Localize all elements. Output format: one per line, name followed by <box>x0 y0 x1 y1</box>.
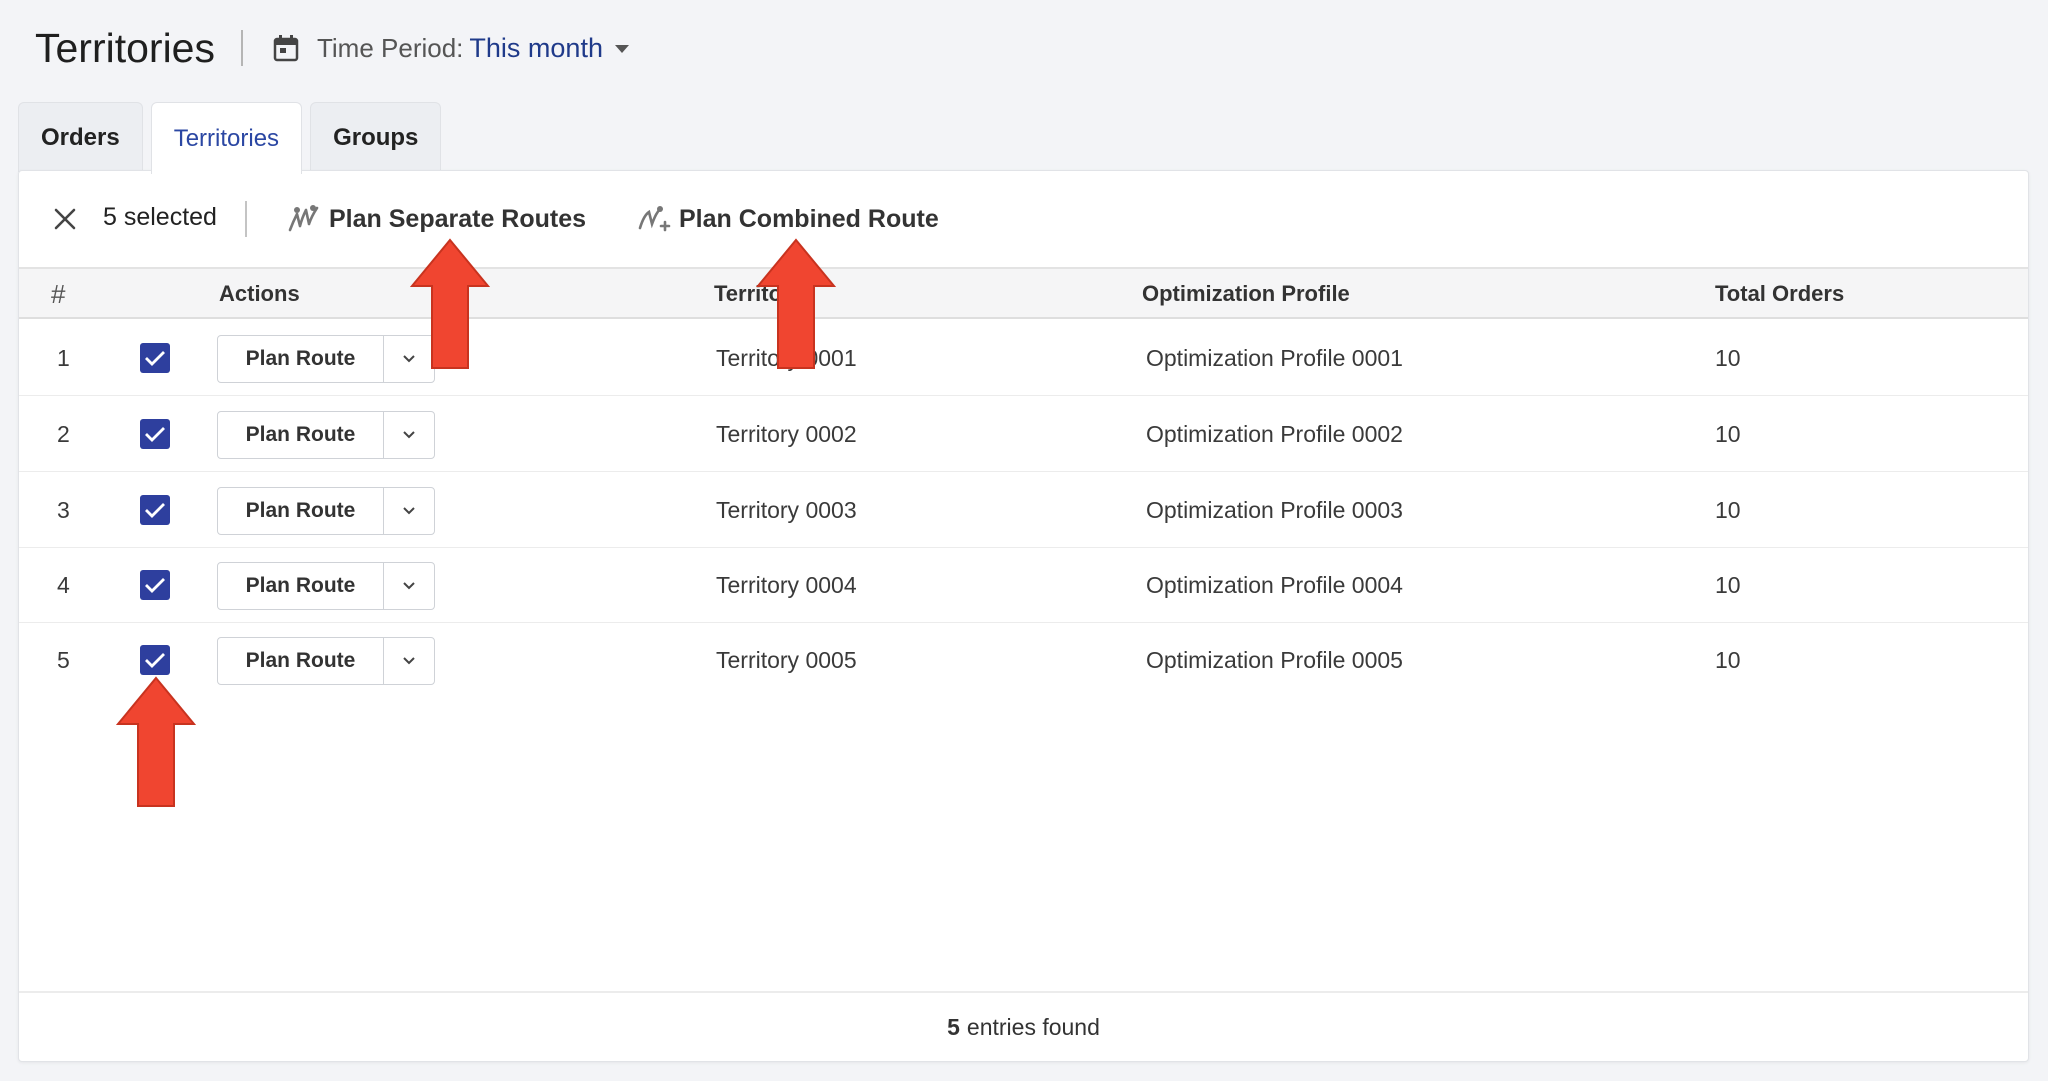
plan-route-split-button: Plan Route <box>217 637 435 685</box>
time-period-label: Time Period: <box>316 32 464 63</box>
total-orders: 10 <box>1715 421 1741 447</box>
entries-found-label: entries found <box>966 1013 1100 1040</box>
col-header-actions[interactable]: Actions <box>219 281 300 307</box>
total-orders: 10 <box>1715 345 1741 371</box>
territory-name[interactable]: Territory 0004 <box>716 572 857 599</box>
row-number: 5 <box>57 647 70 673</box>
title-divider <box>240 30 243 66</box>
col-header-number: # <box>51 279 66 309</box>
entries-count: 5 <box>947 1013 960 1040</box>
tab-groups[interactable]: Groups <box>310 102 442 172</box>
toolbar-divider <box>245 201 247 237</box>
close-icon[interactable] <box>53 207 77 231</box>
territories-panel: 5 selected Plan Separate Routes Plan Com… <box>18 170 2029 1062</box>
table-row[interactable]: 3 Plan Route Territory 0003 Optimization… <box>19 473 2028 548</box>
checkbox-checked-icon <box>145 351 165 366</box>
tab-territories[interactable]: Territories <box>150 102 303 174</box>
annotation-arrow-separate-routes <box>410 238 490 369</box>
plan-route-button[interactable]: Plan Route <box>218 488 384 534</box>
total-orders: 10 <box>1715 572 1741 598</box>
row-number: 2 <box>57 421 70 447</box>
col-header-total-orders[interactable]: Total Orders <box>1715 281 1844 307</box>
table-row[interactable]: 4 Plan Route Territory 0004 Optimization… <box>19 548 2028 623</box>
tab-territories-label: Territories <box>173 124 280 152</box>
plan-route-button[interactable]: Plan Route <box>218 563 384 609</box>
caret-down-icon[interactable] <box>614 45 629 53</box>
page-title: Territories <box>35 24 215 71</box>
optimization-profile: Optimization Profile 0005 <box>1146 647 1403 673</box>
plan-route-button[interactable]: Plan Route <box>218 638 384 684</box>
row-checkbox[interactable] <box>140 495 170 525</box>
tab-orders-label: Orders <box>41 123 120 151</box>
plan-route-split-button: Plan Route <box>217 411 435 459</box>
table-footer: 5 entries found <box>19 991 2028 1061</box>
calendar-icon[interactable] <box>273 34 299 62</box>
time-period-dropdown[interactable]: This month <box>469 33 603 64</box>
plan-combined-route-button[interactable]: Plan Combined Route <box>637 199 939 239</box>
plan-route-split-button: Plan Route <box>217 487 435 535</box>
plan-route-button[interactable]: Plan Route <box>218 336 384 382</box>
plan-route-dropdown-toggle[interactable] <box>384 488 434 534</box>
table-header: # Actions Territory Optimization Profile… <box>19 267 2028 319</box>
col-header-optimization-profile[interactable]: Optimization Profile <box>1142 281 1350 307</box>
annotation-arrow-checkbox <box>116 676 196 807</box>
checkbox-checked-icon <box>145 578 165 593</box>
total-orders: 10 <box>1715 647 1741 673</box>
territory-name[interactable]: Territory 0005 <box>716 647 857 674</box>
table-row[interactable]: 1 Plan Route Territory 0001 Optimization… <box>19 321 2028 396</box>
tab-orders[interactable]: Orders <box>18 102 143 172</box>
plan-separate-routes-icon <box>288 205 319 232</box>
optimization-profile: Optimization Profile 0001 <box>1146 345 1403 371</box>
checkbox-checked-icon <box>145 503 165 518</box>
page-header: Territories Time Period: This month <box>35 18 629 78</box>
plan-separate-routes-label: Plan Separate Routes <box>329 204 587 233</box>
total-orders: 10 <box>1715 497 1741 523</box>
optimization-profile: Optimization Profile 0002 <box>1146 421 1403 447</box>
checkbox-checked-icon <box>145 427 165 442</box>
row-checkbox[interactable] <box>140 343 170 373</box>
plan-combined-route-icon <box>638 206 671 232</box>
annotation-arrow-combined-route <box>756 238 836 369</box>
row-checkbox[interactable] <box>140 645 170 675</box>
plan-route-dropdown-toggle[interactable] <box>384 638 434 684</box>
territory-name[interactable]: Territory 0002 <box>716 421 857 448</box>
territory-name[interactable]: Territory 0003 <box>716 497 857 524</box>
chevron-down-icon <box>403 657 415 665</box>
tab-groups-label: Groups <box>333 123 419 151</box>
row-number: 4 <box>57 572 70 598</box>
tab-bar: Orders Territories Groups <box>18 102 449 174</box>
checkbox-checked-icon <box>145 653 165 668</box>
plan-combined-route-label: Plan Combined Route <box>679 204 939 233</box>
row-number: 1 <box>57 345 70 371</box>
plan-separate-routes-button[interactable]: Plan Separate Routes <box>287 199 586 239</box>
plan-route-dropdown-toggle[interactable] <box>384 412 434 458</box>
plan-route-split-button: Plan Route <box>217 335 435 383</box>
selection-toolbar: 5 selected Plan Separate Routes Plan Com… <box>19 171 2028 267</box>
plan-route-button[interactable]: Plan Route <box>218 412 384 458</box>
chevron-down-icon <box>403 507 415 515</box>
table-row[interactable]: 2 Plan Route Territory 0002 Optimization… <box>19 397 2028 472</box>
row-checkbox[interactable] <box>140 570 170 600</box>
optimization-profile: Optimization Profile 0004 <box>1146 572 1403 598</box>
selected-count: 5 selected <box>103 203 217 231</box>
row-number: 3 <box>57 497 70 523</box>
optimization-profile: Optimization Profile 0003 <box>1146 497 1403 523</box>
chevron-down-icon <box>403 431 415 439</box>
plan-route-split-button: Plan Route <box>217 562 435 610</box>
chevron-down-icon <box>403 582 415 590</box>
plan-route-dropdown-toggle[interactable] <box>384 563 434 609</box>
table-row[interactable]: 5 Plan Route Territory 0005 Optimization… <box>19 623 2028 698</box>
row-checkbox[interactable] <box>140 419 170 449</box>
